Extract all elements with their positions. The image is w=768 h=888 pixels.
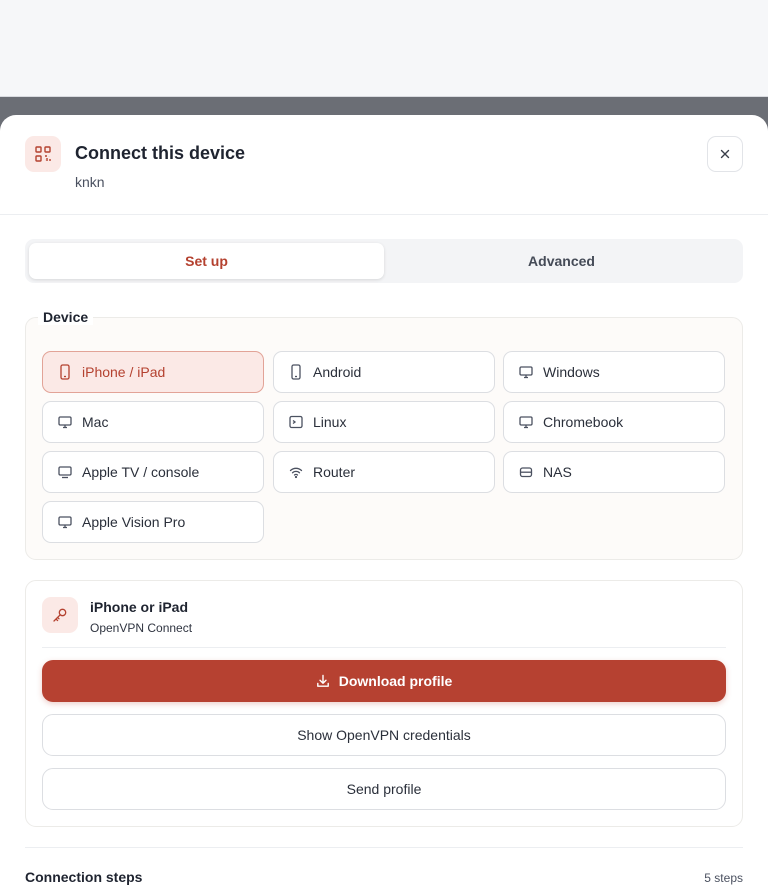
device-option-label: Mac (82, 414, 109, 430)
tv-icon (57, 464, 73, 480)
modal-header: Connect this device knkn (0, 115, 768, 215)
download-icon (316, 674, 330, 688)
wifi-icon (288, 464, 304, 480)
monitor-icon (57, 514, 73, 530)
device-option-label: Apple Vision Pro (82, 514, 186, 530)
show-credentials-button[interactable]: Show OpenVPN credentials (42, 714, 726, 756)
monitor-icon (57, 414, 73, 430)
device-name: knkn (75, 174, 105, 190)
divider (25, 847, 743, 848)
connect-device-modal: Connect this device knkn Set up Advanced… (0, 115, 768, 888)
profile-app-name: OpenVPN Connect (90, 621, 193, 635)
device-option-label: Windows (543, 364, 600, 380)
device-legend: Device (38, 309, 94, 325)
device-option-linux[interactable]: Linux (273, 401, 495, 443)
download-profile-label: Download profile (338, 673, 453, 689)
device-option-chromebook[interactable]: Chromebook (503, 401, 725, 443)
profile-title: iPhone or iPad (90, 599, 189, 615)
qr-code-icon (25, 136, 61, 172)
close-button[interactable] (707, 136, 743, 172)
profile-card: iPhone or iPad OpenVPN Connect Download … (25, 580, 743, 827)
device-option-label: Chromebook (543, 414, 624, 430)
connection-steps-heading: Connection steps (25, 869, 143, 885)
close-icon (720, 149, 730, 159)
device-option-windows[interactable]: Windows (503, 351, 725, 393)
device-option-iphone-ipad[interactable]: iPhone / iPad (42, 351, 264, 393)
key-icon (42, 597, 78, 633)
device-option-apple-tv-console[interactable]: Apple TV / console (42, 451, 264, 493)
terminal-icon (288, 414, 304, 430)
steps-count: 5 steps (704, 871, 743, 885)
monitor-icon (518, 364, 534, 380)
divider (42, 647, 726, 648)
setup-tabs: Set up Advanced (25, 239, 743, 283)
device-option-android[interactable]: Android (273, 351, 495, 393)
background-app-header (0, 0, 768, 97)
device-option-label: Apple TV / console (82, 464, 200, 480)
device-option-router[interactable]: Router (273, 451, 495, 493)
device-option-label: iPhone / iPad (82, 364, 166, 380)
download-profile-button[interactable]: Download profile (42, 660, 726, 702)
phone-icon (57, 364, 73, 380)
tab-set-up[interactable]: Set up (29, 243, 384, 279)
device-option-nas[interactable]: NAS (503, 451, 725, 493)
tab-advanced[interactable]: Advanced (384, 243, 739, 279)
monitor-icon (518, 414, 534, 430)
device-option-apple-vision-pro[interactable]: Apple Vision Pro (42, 501, 264, 543)
device-option-mac[interactable]: Mac (42, 401, 264, 443)
storage-icon (518, 464, 534, 480)
device-option-label: Linux (313, 414, 347, 430)
phone-icon (288, 364, 304, 380)
modal-title: Connect this device (75, 143, 246, 163)
send-profile-button[interactable]: Send profile (42, 768, 726, 810)
device-option-label: Router (313, 464, 356, 480)
device-selector: Device iPhone / iPad Android Windows Mac (25, 309, 743, 560)
device-option-label: NAS (543, 464, 572, 480)
device-option-label: Android (313, 364, 362, 380)
